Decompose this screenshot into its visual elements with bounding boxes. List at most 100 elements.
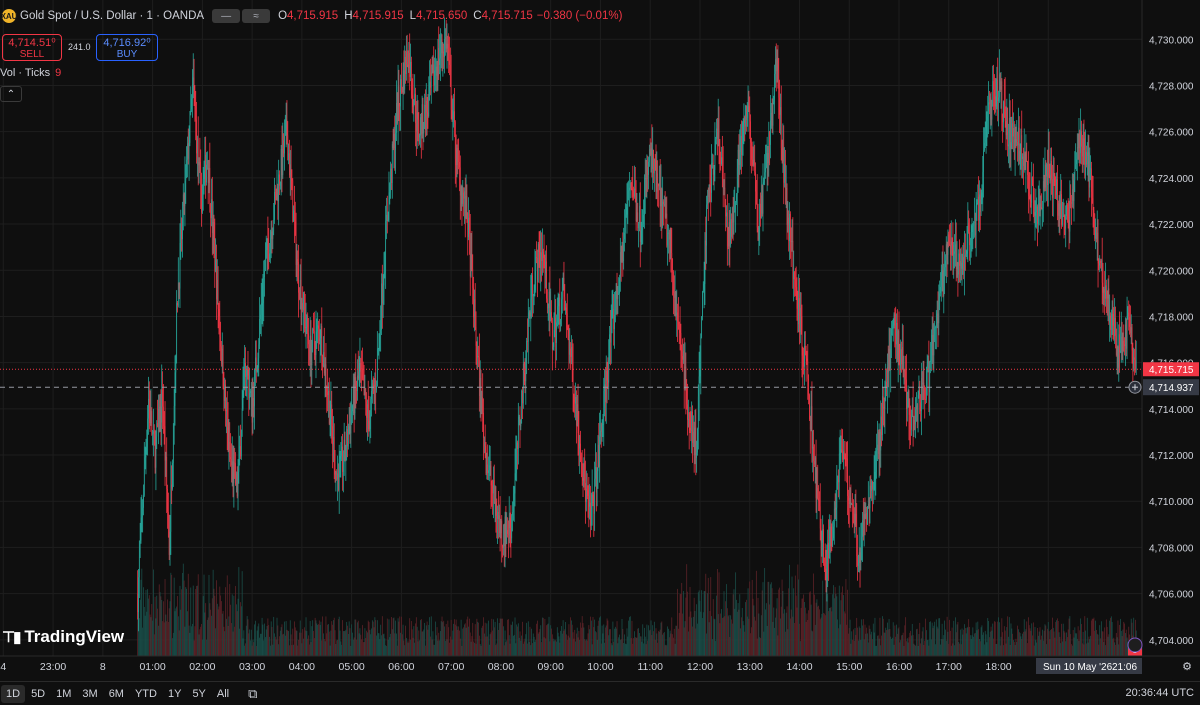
volume-bar bbox=[315, 620, 317, 656]
candle-body bbox=[860, 543, 862, 564]
volume-bar bbox=[245, 625, 247, 656]
candle-body bbox=[1102, 282, 1104, 293]
candle-body bbox=[619, 252, 621, 279]
volume-bar bbox=[454, 619, 455, 656]
candle-body bbox=[995, 96, 997, 107]
candle-body bbox=[154, 445, 156, 468]
symbol-title[interactable]: Gold Spot / U.S. Dollar · 1 · OANDA bbox=[20, 10, 204, 22]
candle-body bbox=[160, 406, 162, 423]
sell-button[interactable]: 4,714.51⁰ SELL bbox=[2, 34, 62, 61]
volume-bar bbox=[159, 592, 161, 656]
candle-body bbox=[1057, 200, 1059, 216]
candle-body bbox=[343, 439, 345, 465]
timeframe-1m[interactable]: 1M bbox=[51, 685, 76, 703]
candle-body bbox=[1026, 151, 1028, 162]
candle-body bbox=[384, 266, 386, 273]
volume-bar bbox=[647, 640, 649, 656]
candle-body bbox=[898, 331, 900, 365]
candle-body bbox=[410, 61, 411, 77]
volume-bar bbox=[943, 635, 945, 656]
volume-bar bbox=[964, 628, 966, 656]
volume-bar bbox=[158, 625, 159, 656]
utc-clock[interactable]: 20:36:44 UTC bbox=[1126, 687, 1194, 699]
date-range-icon[interactable]: ⧉ bbox=[248, 686, 257, 702]
candle-body bbox=[645, 177, 647, 179]
candle-body bbox=[379, 331, 381, 334]
volume-bar bbox=[884, 632, 886, 656]
candle-body bbox=[506, 530, 508, 544]
candle-body bbox=[936, 313, 938, 327]
candle-body bbox=[567, 327, 569, 339]
candle-body bbox=[162, 389, 163, 407]
volume-bar bbox=[179, 585, 181, 656]
candle-body bbox=[775, 59, 777, 72]
volume-bar bbox=[985, 634, 987, 656]
candle-body bbox=[738, 149, 740, 165]
candle-body bbox=[525, 361, 527, 382]
candle-body bbox=[736, 194, 737, 203]
candle-body bbox=[503, 543, 505, 547]
volume-bar bbox=[401, 634, 403, 656]
volume-bar bbox=[321, 640, 323, 656]
volume-bar bbox=[859, 628, 861, 656]
candle-body bbox=[202, 178, 204, 191]
candle-body bbox=[818, 498, 819, 501]
candle-body bbox=[923, 382, 925, 390]
volume-bar bbox=[397, 618, 399, 656]
volume-bar bbox=[1022, 633, 1023, 656]
volume-bar bbox=[498, 629, 499, 656]
candle-body bbox=[931, 334, 933, 345]
collapse-legend-icon[interactable]: ⌃ bbox=[0, 86, 22, 102]
volume-bar bbox=[839, 624, 841, 656]
candle-body bbox=[397, 86, 399, 123]
candle-body bbox=[656, 173, 658, 192]
volume-bar bbox=[920, 638, 922, 656]
timeframe-1d[interactable]: 1D bbox=[1, 684, 26, 703]
settings-icon[interactable]: ⚙ bbox=[1182, 660, 1192, 673]
volume-bar bbox=[413, 626, 415, 656]
timeframe-all[interactable]: All bbox=[212, 685, 234, 703]
timeframe-5y[interactable]: 5Y bbox=[187, 685, 210, 703]
volume-bar bbox=[1039, 627, 1041, 656]
volume-bar bbox=[409, 618, 411, 656]
volume-bar bbox=[716, 595, 717, 656]
timeframe-5d[interactable]: 5D bbox=[26, 685, 50, 703]
volume-bar bbox=[314, 617, 316, 656]
volume-bar bbox=[993, 621, 995, 656]
candle-body bbox=[1116, 346, 1118, 355]
timeframe-3m[interactable]: 3M bbox=[77, 685, 102, 703]
volume-bar bbox=[541, 617, 543, 656]
volume-bar bbox=[692, 616, 694, 656]
candle-body bbox=[364, 388, 366, 396]
volume-bar bbox=[1089, 639, 1091, 656]
candle-body bbox=[994, 99, 996, 107]
timeframe-6m[interactable]: 6M bbox=[104, 685, 129, 703]
volume-bar bbox=[709, 610, 711, 656]
candle-body bbox=[877, 444, 879, 454]
volume-legend[interactable]: Vol · Ticks 9 bbox=[0, 67, 61, 79]
volume-bar bbox=[752, 598, 754, 656]
candle-body bbox=[722, 157, 723, 170]
timeframe-1y[interactable]: 1Y bbox=[163, 685, 186, 703]
volume-bar bbox=[970, 638, 972, 656]
time-axis[interactable]: 4 23:00 8 01:00 02:00 03:00 04:00 05:00 06:00 07:… bbox=[0, 655, 1200, 674]
candle-body bbox=[632, 190, 634, 192]
candle-body bbox=[329, 418, 331, 424]
hide-legend-button[interactable]: — bbox=[212, 9, 241, 23]
volume-bar bbox=[974, 633, 976, 656]
volume-bar bbox=[991, 630, 993, 656]
price-chart[interactable]: 4,704.0004,706.0004,708.0004,710.0004,71… bbox=[0, 0, 1200, 705]
price-tick-label: 4,722.000 bbox=[1149, 220, 1194, 231]
candle-body bbox=[1054, 175, 1056, 182]
price-axis[interactable]: 4,704.0004,706.0004,708.0004,710.0004,71… bbox=[1127, 0, 1200, 656]
volume-bar bbox=[967, 626, 969, 656]
volume-bar bbox=[743, 625, 745, 656]
candle-body bbox=[386, 214, 388, 222]
candle-body bbox=[761, 195, 763, 214]
timeframe-ytd[interactable]: YTD bbox=[130, 685, 162, 703]
buy-button[interactable]: 4,716.92⁰ BUY bbox=[96, 34, 158, 61]
compare-style-button[interactable]: ≈ bbox=[242, 9, 271, 23]
candle-body bbox=[955, 244, 956, 252]
candle-body bbox=[527, 340, 528, 342]
candle-body bbox=[1070, 192, 1072, 203]
